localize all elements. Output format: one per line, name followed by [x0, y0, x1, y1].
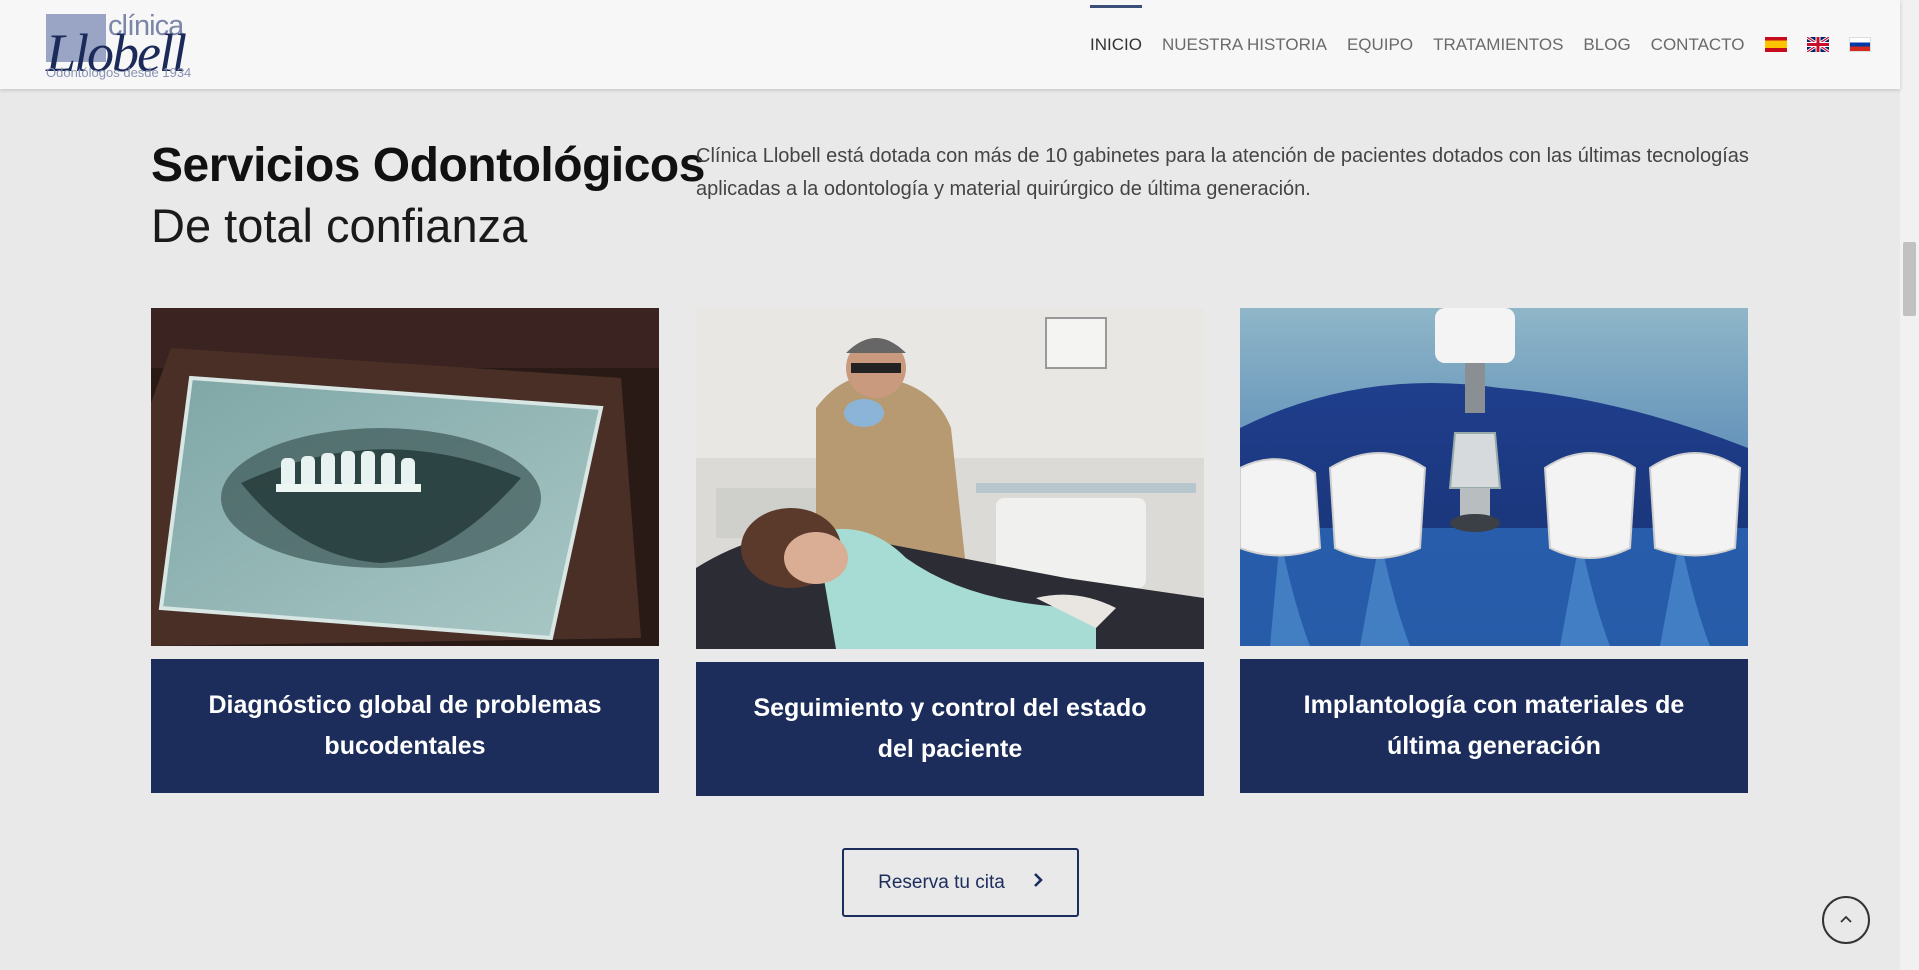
- nav-item-nuestra-historia[interactable]: NUESTRA HISTORIA: [1162, 35, 1327, 55]
- dentist-with-patient-image: [696, 308, 1204, 649]
- chevron-right-icon: [1033, 871, 1043, 894]
- book-appointment-button[interactable]: Reserva tu cita: [842, 848, 1079, 917]
- service-card-label: Diagnóstico global de problemas bucodent…: [151, 659, 659, 793]
- page-scrollbar[interactable]: [1900, 0, 1919, 970]
- scrollbar-thumb[interactable]: [1903, 242, 1916, 316]
- implant-illustration: [1240, 308, 1748, 646]
- uk-flag-icon[interactable]: [1806, 37, 1829, 52]
- nav-item-blog[interactable]: BLOG: [1583, 35, 1630, 55]
- spain-flag-icon[interactable]: [1764, 37, 1787, 52]
- section-subtitle: De total confianza: [151, 199, 528, 252]
- nav-item-contacto[interactable]: CONTACTO: [1651, 35, 1745, 55]
- service-card-label: Seguimiento y control del estado del pac…: [696, 662, 1204, 796]
- nav-item-equipo[interactable]: EQUIPO: [1347, 35, 1413, 55]
- logo-tagline: Odontólogos desde 1934: [46, 65, 192, 80]
- dentist-illustration: [696, 308, 1204, 649]
- book-appointment-label: Reserva tu cita: [878, 871, 1005, 893]
- back-to-top-button[interactable]: [1822, 896, 1870, 944]
- xray-illustration: [151, 308, 659, 646]
- nav-item-inicio[interactable]: INICIO: [1090, 4, 1142, 55]
- section-intro-text: Clínica Llobell está dotada con más de 1…: [696, 145, 1749, 200]
- russia-flag-icon[interactable]: [1848, 37, 1871, 52]
- dental-implant-image: [1240, 308, 1748, 646]
- chevron-up-icon: [1839, 911, 1853, 929]
- nav-item-tratamientos[interactable]: TRATAMIENTOS: [1433, 35, 1563, 55]
- service-card-label: Implantología con materiales de última g…: [1240, 659, 1748, 793]
- dental-xray-image: [151, 308, 659, 646]
- uk-flag-graphic: [1806, 37, 1829, 52]
- site-header: clínica Llobell Odontólogos desde 1934 I…: [0, 0, 1900, 89]
- clinic-logo[interactable]: clínica Llobell Odontólogos desde 1934: [46, 10, 206, 83]
- section-title: Servicios Odontológicos: [151, 139, 705, 192]
- main-navigation: INICIO NUESTRA HISTORIA EQUIPO TRATAMIEN…: [1090, 0, 1891, 89]
